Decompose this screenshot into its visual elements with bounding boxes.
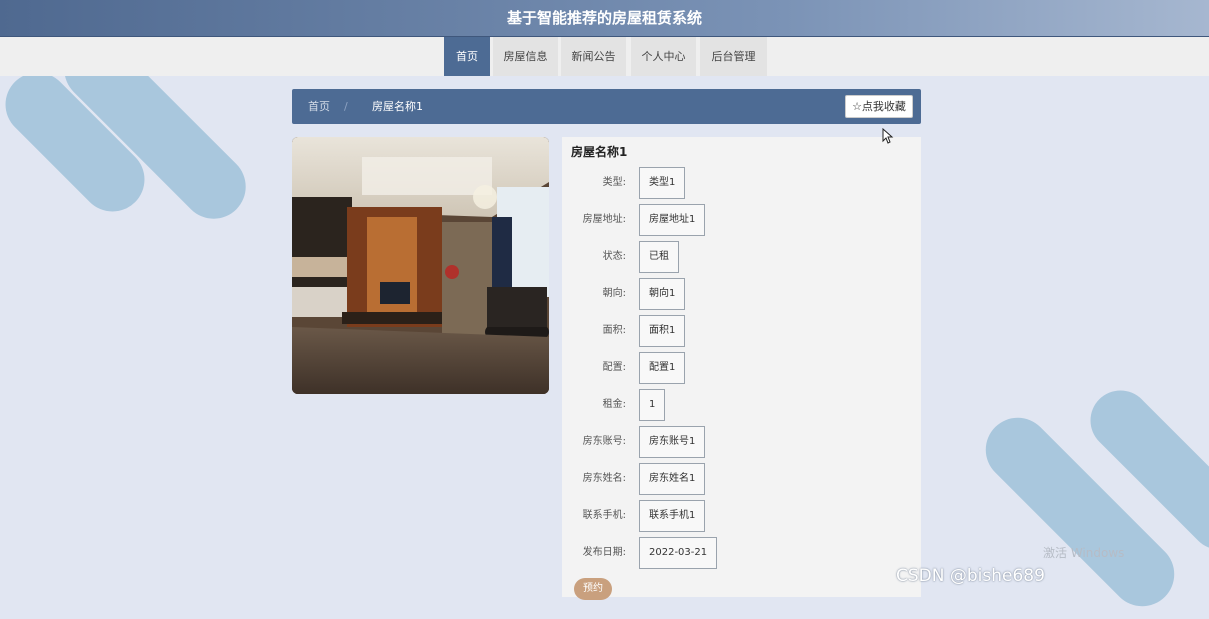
- nav-house-info[interactable]: 房屋信息: [493, 37, 558, 76]
- field-status: 状态: 已租: [562, 241, 921, 273]
- field-phone: 联系手机: 联系手机1: [562, 500, 921, 532]
- field-value: 房东姓名1: [639, 463, 706, 495]
- field-label: 房屋地址:: [582, 214, 626, 225]
- breadcrumb-current: 房屋名称1: [372, 100, 423, 113]
- nav-admin[interactable]: 后台管理: [700, 37, 767, 76]
- field-value: 面积1: [639, 315, 686, 347]
- breadcrumb-separator: /: [344, 100, 348, 113]
- field-label: 状态:: [602, 251, 626, 262]
- field-orientation: 朝向: 朝向1: [562, 278, 921, 310]
- field-label: 房东姓名:: [582, 473, 626, 484]
- field-value: 配置1: [639, 352, 686, 384]
- field-value: 已租: [639, 241, 679, 273]
- breadcrumb: 首页 / 房屋名称1 ☆点我收藏: [292, 89, 921, 124]
- field-label: 类型:: [602, 177, 626, 188]
- house-detail-panel: 房屋名称1 类型: 类型1 房屋地址: 房屋地址1 状态: 已租 朝向: 朝向1…: [562, 137, 921, 600]
- field-area: 面积: 面积1: [562, 315, 921, 347]
- field-label: 朝向:: [602, 288, 626, 299]
- field-type: 类型: 类型1: [562, 167, 921, 199]
- field-config: 配置: 配置1: [562, 352, 921, 384]
- field-label: 房东账号:: [582, 436, 626, 447]
- house-name-title: 房屋名称1: [571, 145, 628, 159]
- house-photo: [292, 137, 549, 394]
- field-value: 2022-03-21: [639, 537, 718, 569]
- breadcrumb-home[interactable]: 首页: [308, 89, 330, 124]
- field-rent: 租金: 1: [562, 389, 921, 421]
- mouse-cursor-icon: [882, 128, 894, 144]
- top-header: 基于智能推荐的房屋租赁系统: [0, 0, 1209, 37]
- nav-personal-center[interactable]: 个人中心: [631, 37, 696, 76]
- field-label: 配置:: [602, 362, 626, 373]
- field-value: 1: [639, 389, 666, 421]
- field-publish-date: 发布日期: 2022-03-21: [562, 537, 921, 569]
- field-value: 房屋地址1: [639, 204, 706, 236]
- field-label: 租金:: [602, 399, 626, 410]
- favorite-button[interactable]: ☆点我收藏: [845, 95, 913, 118]
- windows-activation-notice: 激活 Windows: [1043, 546, 1125, 560]
- field-landlord-name: 房东姓名: 房东姓名1: [562, 463, 921, 495]
- house-photo-image: [292, 137, 549, 394]
- field-landlord-account: 房东账号: 房东账号1: [562, 426, 921, 458]
- field-address: 房屋地址: 房屋地址1: [562, 204, 921, 236]
- field-label: 发布日期:: [582, 547, 626, 558]
- nav-news[interactable]: 新闻公告: [561, 37, 626, 76]
- field-label: 联系手机:: [582, 510, 626, 521]
- site-title: 基于智能推荐的房屋租赁系统: [506, 9, 702, 27]
- field-value: 朝向1: [639, 278, 686, 310]
- nav-home[interactable]: 首页: [444, 37, 490, 76]
- field-label: 面积:: [602, 325, 626, 336]
- csdn-watermark: CSDN @bishe689: [896, 566, 1045, 586]
- field-value: 联系手机1: [639, 500, 706, 532]
- main-nav: 首页 房屋信息 新闻公告 个人中心 后台管理: [0, 37, 1209, 76]
- field-value: 类型1: [639, 167, 686, 199]
- field-value: 房东账号1: [639, 426, 706, 458]
